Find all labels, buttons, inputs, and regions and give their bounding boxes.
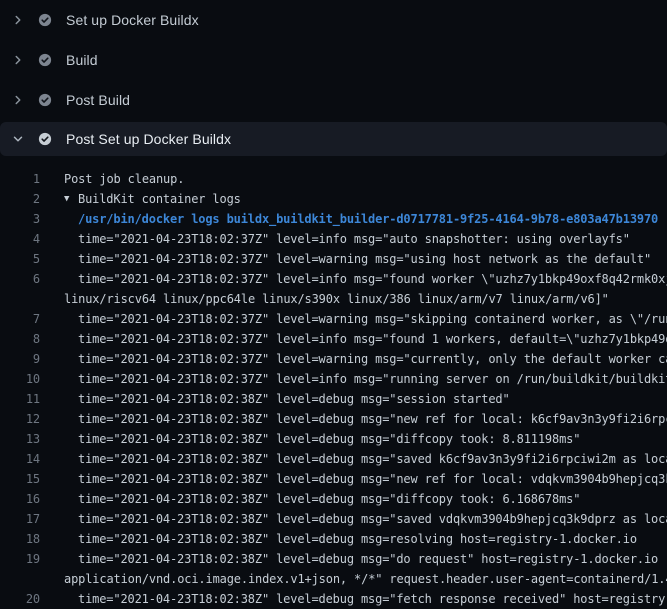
group-title: BuildKit container logs xyxy=(78,192,241,206)
line-number xyxy=(0,569,40,589)
log-line: 1 Post job cleanup. xyxy=(0,169,667,189)
log-line: 5 time="2021-04-23T18:02:37Z" level=warni… xyxy=(0,249,667,269)
log-text: time="2021-04-23T18:02:38Z" level=debug … xyxy=(64,429,580,449)
log-line: 10 time="2021-04-23T18:02:37Z" level=info… xyxy=(0,369,667,389)
log-text: Post job cleanup. xyxy=(64,169,184,189)
line-number[interactable]: 4 xyxy=(0,229,40,249)
log-line: 18 time="2021-04-23T18:02:38Z" level=debu… xyxy=(0,529,667,549)
log-text: time="2021-04-23T18:02:37Z" level=warnin… xyxy=(64,249,651,269)
log-text: time="2021-04-23T18:02:38Z" level=debug … xyxy=(64,389,510,409)
log-text: time="2021-04-23T18:02:38Z" level=debug … xyxy=(64,469,667,489)
log-line: 12 time="2021-04-23T18:02:38Z" level=debu… xyxy=(0,409,667,429)
success-check-circle-icon xyxy=(38,53,52,67)
log-line: 11 time="2021-04-23T18:02:38Z" level=debu… xyxy=(0,389,667,409)
step-label: Build xyxy=(66,52,98,68)
line-number[interactable]: 13 xyxy=(0,429,40,449)
log-line: 7 time="2021-04-23T18:02:37Z" level=warni… xyxy=(0,309,667,329)
line-number[interactable]: 6 xyxy=(0,269,40,289)
group-expand-triangle-icon[interactable]: ▼ xyxy=(64,189,78,209)
line-number[interactable]: 20 xyxy=(0,589,40,609)
line-number xyxy=(0,289,40,309)
step-label: Post Set up Docker Buildx xyxy=(66,131,231,147)
success-check-circle-icon xyxy=(38,93,52,107)
log-text: time="2021-04-23T18:02:38Z" level=debug … xyxy=(64,449,667,469)
log-line: 16 time="2021-04-23T18:02:38Z" level=debu… xyxy=(0,489,667,509)
chevron-down-icon xyxy=(10,131,26,147)
log-text: time="2021-04-23T18:02:38Z" level=debug … xyxy=(64,589,667,609)
chevron-right-icon xyxy=(10,12,26,28)
log-command-text: /usr/bin/docker logs buildx_buildkit_bui… xyxy=(64,209,658,229)
line-number[interactable]: 14 xyxy=(0,449,40,469)
log-text: time="2021-04-23T18:02:37Z" level=info m… xyxy=(64,269,667,289)
line-number[interactable]: 16 xyxy=(0,489,40,509)
log-line: 2 ▼BuildKit container logs xyxy=(0,189,667,209)
log-text: linux/riscv64 linux/ppc64le linux/s390x … xyxy=(64,289,609,309)
line-number[interactable]: 7 xyxy=(0,309,40,329)
log-line: 13 time="2021-04-23T18:02:38Z" level=debu… xyxy=(0,429,667,449)
log-line: 9 time="2021-04-23T18:02:37Z" level=warni… xyxy=(0,349,667,369)
line-number[interactable]: 18 xyxy=(0,529,40,549)
line-number[interactable]: 3 xyxy=(0,209,40,229)
step-row-build[interactable]: Build xyxy=(0,40,667,80)
log-line-continuation: linux/riscv64 linux/ppc64le linux/s390x … xyxy=(0,289,667,309)
step-label: Post Build xyxy=(66,92,130,108)
line-number[interactable]: 2 xyxy=(0,189,40,209)
chevron-right-icon xyxy=(10,92,26,108)
step-row-post-set-up-docker-buildx[interactable]: Post Set up Docker Buildx xyxy=(0,122,667,156)
log-line: 4 time="2021-04-23T18:02:37Z" level=info … xyxy=(0,229,667,249)
log-text: time="2021-04-23T18:02:37Z" level=info m… xyxy=(64,329,667,349)
line-number[interactable]: 8 xyxy=(0,329,40,349)
line-number[interactable]: 15 xyxy=(0,469,40,489)
log-line: 15 time="2021-04-23T18:02:38Z" level=debu… xyxy=(0,469,667,489)
step-label: Set up Docker Buildx xyxy=(66,12,199,28)
line-number[interactable]: 12 xyxy=(0,409,40,429)
log-line: 8 time="2021-04-23T18:02:37Z" level=info … xyxy=(0,329,667,349)
log-line: 20 time="2021-04-23T18:02:38Z" level=debu… xyxy=(0,589,667,609)
log-text: time="2021-04-23T18:02:38Z" level=debug … xyxy=(64,489,580,509)
step-row-post-build[interactable]: Post Build xyxy=(0,80,667,120)
log-text: time="2021-04-23T18:02:37Z" level=info m… xyxy=(64,229,630,249)
log-text: time="2021-04-23T18:02:37Z" level=info m… xyxy=(64,369,667,389)
step-row-set-up-docker-buildx[interactable]: Set up Docker Buildx xyxy=(0,0,667,40)
chevron-right-icon xyxy=(10,52,26,68)
log-lines-container: 1 Post job cleanup. 2 ▼BuildKit container l… xyxy=(0,169,667,609)
log-text: time="2021-04-23T18:02:37Z" level=warnin… xyxy=(64,349,667,369)
line-number[interactable]: 10 xyxy=(0,369,40,389)
line-number[interactable]: 11 xyxy=(0,389,40,409)
log-line: 19 time="2021-04-23T18:02:38Z" level=debu… xyxy=(0,549,667,569)
log-text: time="2021-04-23T18:02:38Z" level=debug … xyxy=(64,409,667,429)
log-text: application/vnd.oci.image.index.v1+json,… xyxy=(64,569,667,589)
line-number[interactable]: 5 xyxy=(0,249,40,269)
log-text: ▼BuildKit container logs xyxy=(64,189,241,209)
line-number[interactable]: 17 xyxy=(0,509,40,529)
log-line: 3/usr/bin/docker logs buildx_buildkit_bu… xyxy=(0,209,667,229)
success-check-circle-icon xyxy=(38,132,52,146)
line-number[interactable]: 19 xyxy=(0,549,40,569)
log-text: time="2021-04-23T18:02:37Z" level=warnin… xyxy=(64,309,667,329)
success-check-circle-icon xyxy=(38,13,52,27)
log-line: 17 time="2021-04-23T18:02:38Z" level=debu… xyxy=(0,509,667,529)
log-line-continuation: application/vnd.oci.image.index.v1+json,… xyxy=(0,569,667,589)
line-number[interactable]: 9 xyxy=(0,349,40,369)
log-text: time="2021-04-23T18:02:38Z" level=debug … xyxy=(64,529,637,549)
log-line: 14 time="2021-04-23T18:02:38Z" level=debu… xyxy=(0,449,667,469)
line-number[interactable]: 1 xyxy=(0,169,40,189)
log-line: 6 time="2021-04-23T18:02:37Z" level=info … xyxy=(0,269,667,289)
log-text: time="2021-04-23T18:02:38Z" level=debug … xyxy=(64,509,667,529)
steps-list: Set up Docker Buildx Build Post Build Post … xyxy=(0,0,667,156)
log-text: time="2021-04-23T18:02:38Z" level=debug … xyxy=(64,549,667,569)
